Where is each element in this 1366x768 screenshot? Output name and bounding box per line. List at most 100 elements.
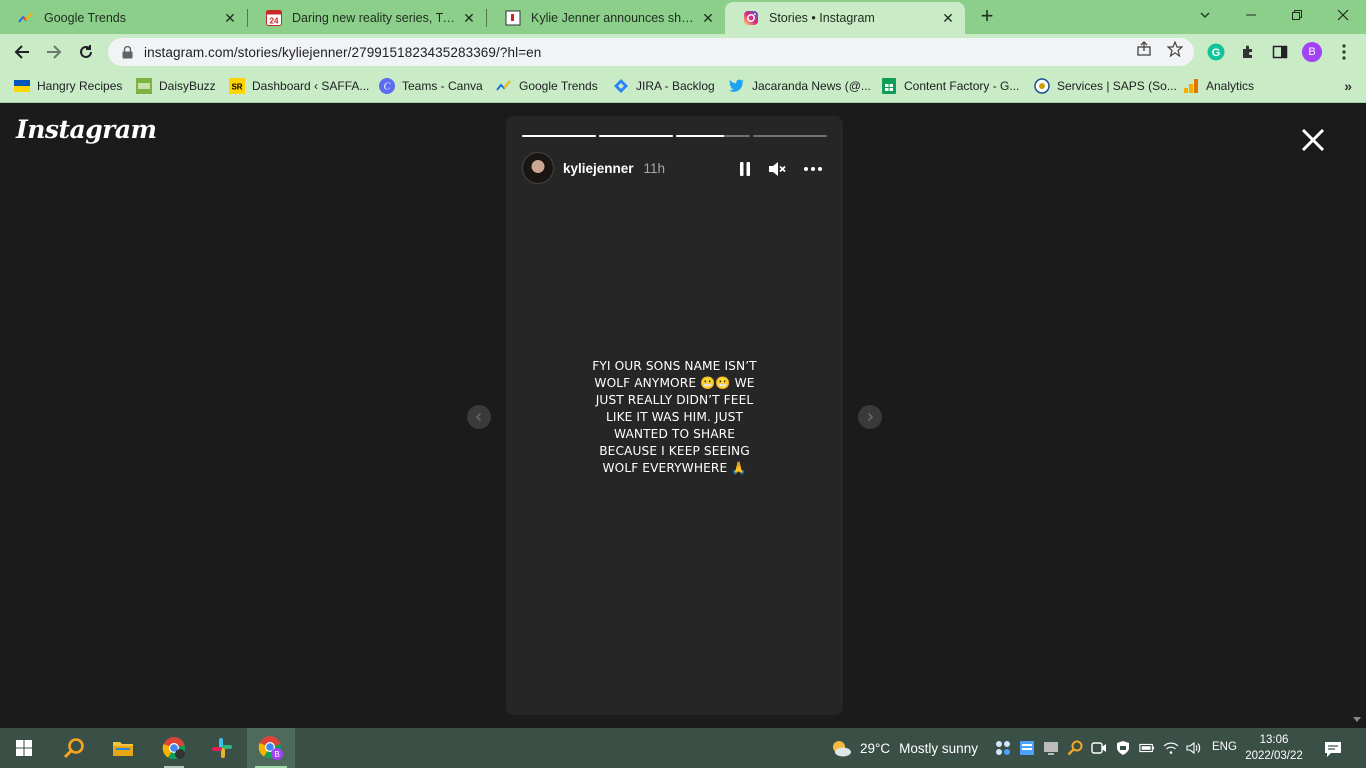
display-tray-icon[interactable] [1043, 740, 1059, 756]
chrome-taskbar-icon[interactable] [150, 728, 198, 768]
previous-story-button[interactable] [467, 405, 491, 429]
menu-icon[interactable] [1334, 42, 1354, 62]
story-text: FYI OUR SONS NAME ISN’T WOLF ANYMORE 😬😬 … [578, 358, 771, 477]
more-bookmarks-button[interactable]: » [1344, 78, 1352, 94]
mute-icon[interactable] [766, 158, 788, 180]
bookmark-daisybuzz[interactable]: DaisyBuzz [136, 76, 216, 96]
forward-button[interactable] [40, 38, 68, 66]
battery-icon[interactable] [1139, 740, 1155, 756]
story-header: kyliejenner 11h [522, 152, 827, 184]
new-tab-button[interactable]: + [976, 5, 998, 28]
start-button[interactable] [0, 728, 48, 768]
next-story-button[interactable] [858, 405, 882, 429]
scroll-down-arrow-icon[interactable] [1352, 714, 1362, 724]
minimize-button[interactable] [1228, 0, 1274, 30]
bookmark-google-trends[interactable]: Google Trends [496, 76, 598, 96]
bookmark-saffa-dashboard[interactable]: SR Dashboard ‹ SAFFA... [229, 76, 369, 96]
chrome-profile-taskbar-icon[interactable]: B [247, 728, 295, 768]
search-tray-icon[interactable] [1067, 740, 1083, 756]
volume-icon[interactable] [1186, 740, 1202, 756]
notifications-icon[interactable] [1322, 738, 1344, 760]
search-icon[interactable] [50, 728, 98, 768]
canva-icon: C [379, 78, 395, 94]
input-language-indicator[interactable]: ENG [1212, 741, 1237, 753]
story-text-line: FYI OUR SONS NAME ISN’T [592, 359, 757, 373]
grammarly-icon[interactable]: G [1206, 42, 1226, 62]
bookmark-label: Google Trends [519, 79, 598, 93]
bookmark-teams-canva[interactable]: C Teams - Canva [379, 76, 483, 96]
svg-text:C: C [384, 82, 391, 93]
tab-title: Daring new reality series, Twice a... [292, 11, 460, 25]
lock-icon[interactable] [120, 45, 134, 59]
extensions-icon[interactable] [1238, 42, 1258, 62]
partly-sunny-icon [833, 741, 851, 757]
bookmark-saps-services[interactable]: Services | SAPS (So... [1034, 76, 1177, 96]
instagram-logo[interactable]: Instagram [16, 115, 157, 144]
close-window-button[interactable] [1320, 0, 1366, 30]
tab-google-trends[interactable]: Google Trends ✕ [0, 2, 247, 34]
bookmark-jira-backlog[interactable]: JIRA - Backlog [613, 76, 715, 96]
reload-button[interactable] [72, 38, 100, 66]
google-trends-icon [18, 10, 34, 26]
back-button[interactable] [8, 38, 36, 66]
weather-widget[interactable]: 29°C Mostly sunny [830, 738, 978, 758]
twitter-icon [729, 78, 745, 94]
network-app-icon[interactable] [995, 740, 1011, 756]
file-explorer-icon[interactable] [99, 728, 147, 768]
progress-segment [599, 135, 673, 137]
slack-icon[interactable] [198, 728, 246, 768]
browser-toolbar: instagram.com/stories/kyliejenner/279915… [0, 34, 1366, 70]
wifi-icon[interactable] [1163, 740, 1179, 756]
bookmark-jacaranda-news[interactable]: Jacaranda News (@... [729, 76, 871, 96]
story-text-line: JUST REALLY DIDN’T FEEL [595, 393, 754, 407]
more-options-icon[interactable] [802, 158, 824, 180]
tab-title: Google Trends [44, 11, 126, 25]
bookmark-label: Jacaranda News (@... [752, 79, 871, 93]
close-tab-icon[interactable]: ✕ [221, 9, 239, 27]
jira-icon [613, 78, 629, 94]
story-username[interactable]: kyliejenner [563, 161, 634, 176]
tab-news24[interactable]: 24 Daring new reality series, Twice a...… [248, 2, 486, 34]
close-tab-icon[interactable]: ✕ [699, 9, 717, 27]
security-shield-icon[interactable] [1115, 740, 1131, 756]
bookmark-label: Teams - Canva [402, 79, 483, 93]
system-clock[interactable]: 13:06 2022/03/22 [1244, 732, 1304, 764]
story-text-line: WOLF EVERYWHERE 🙏 [602, 461, 747, 475]
pause-icon[interactable] [734, 158, 756, 180]
bookmark-content-factory[interactable]: Content Factory - G... [881, 76, 1019, 96]
profile-avatar[interactable]: B [1302, 42, 1322, 62]
bookmark-label: Analytics [1206, 79, 1255, 93]
bookmark-label: Hangry Recipes [37, 79, 123, 93]
progress-segment [753, 135, 827, 137]
restore-button[interactable] [1274, 0, 1320, 30]
app-tray-icon[interactable] [1019, 740, 1035, 756]
sheets-icon [881, 78, 897, 94]
close-tab-icon[interactable]: ✕ [460, 9, 478, 27]
bookmark-label: Services | SAPS (So... [1057, 79, 1177, 93]
progress-segment [676, 135, 750, 137]
bookmark-star-icon[interactable] [1166, 40, 1184, 58]
instagram-icon [743, 10, 759, 26]
share-icon[interactable] [1135, 40, 1153, 58]
tab-search-button[interactable] [1182, 0, 1228, 30]
sr-icon: SR [229, 78, 245, 94]
side-panel-icon[interactable] [1270, 42, 1290, 62]
bookmarks-bar: Hangry Recipes DaisyBuzz SR Dashboard ‹ … [0, 70, 1366, 103]
news24-icon: 24 [266, 10, 282, 26]
story-card[interactable]: kyliejenner 11h FYI OUR SONS NAME ISN’T … [506, 116, 843, 715]
tab-kylie-article[interactable]: Kylie Jenner announces she's cha... ✕ [487, 2, 725, 34]
bookmark-analytics[interactable]: Analytics [1183, 76, 1254, 96]
page-icon [505, 10, 521, 26]
browser-tab-strip: Google Trends ✕ 24 Daring new reality se… [0, 0, 1366, 34]
meet-now-icon[interactable] [1091, 740, 1107, 756]
saps-icon [1034, 78, 1050, 94]
close-tab-icon[interactable]: ✕ [939, 9, 957, 27]
avatar[interactable] [522, 152, 554, 184]
address-bar[interactable]: instagram.com/stories/kyliejenner/279915… [108, 38, 1194, 66]
tab-instagram-stories[interactable]: Stories • Instagram ✕ [725, 2, 965, 34]
story-text-line: LIKE IT WAS HIM. JUST [605, 410, 743, 424]
close-stories-icon[interactable] [1298, 125, 1328, 155]
weather-temperature: 29°C [860, 740, 891, 756]
bookmark-hangry-recipes[interactable]: Hangry Recipes [14, 76, 122, 96]
svg-text:SR: SR [231, 83, 242, 92]
